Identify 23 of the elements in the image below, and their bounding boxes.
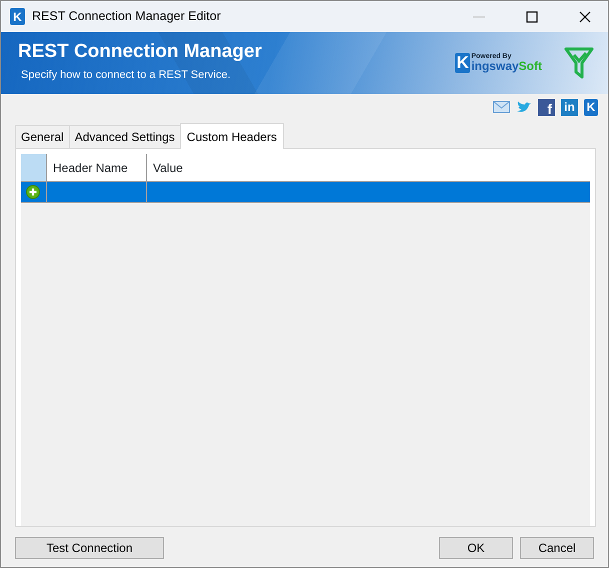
bird-icon[interactable] — [516, 100, 532, 114]
cancel-button[interactable]: Cancel — [520, 537, 594, 559]
column-header: Value — [147, 154, 590, 182]
linkedin-icon[interactable]: in — [561, 98, 578, 116]
table-cell[interactable] — [47, 182, 147, 203]
banner-subtitle: Specify how to connect to a REST Service. — [21, 68, 232, 84]
minimize-icon[interactable] — [473, 16, 485, 18]
table-cell[interactable] — [147, 182, 590, 203]
window-title: REST Connection Manager Editor — [32, 8, 222, 26]
mail-icon[interactable] — [493, 101, 510, 113]
maximize-icon[interactable] — [526, 10, 538, 22]
funnel-logo-icon — [564, 46, 594, 80]
banner-title: REST Connection Manager — [18, 42, 263, 64]
app-icon: K — [10, 8, 25, 25]
kingswaysoft-icon[interactable]: K — [584, 98, 598, 116]
test-connection-button[interactable]: Test Connection — [15, 537, 164, 559]
close-icon[interactable] — [579, 10, 591, 22]
add-row-icon[interactable] — [26, 185, 40, 199]
tab[interactable]: General — [15, 125, 70, 148]
tab[interactable]: Custom Headers — [180, 123, 284, 149]
facebook-icon[interactable]: f — [538, 98, 555, 116]
ok-button[interactable]: OK — [439, 537, 513, 559]
column-header: Header Name — [47, 154, 147, 182]
